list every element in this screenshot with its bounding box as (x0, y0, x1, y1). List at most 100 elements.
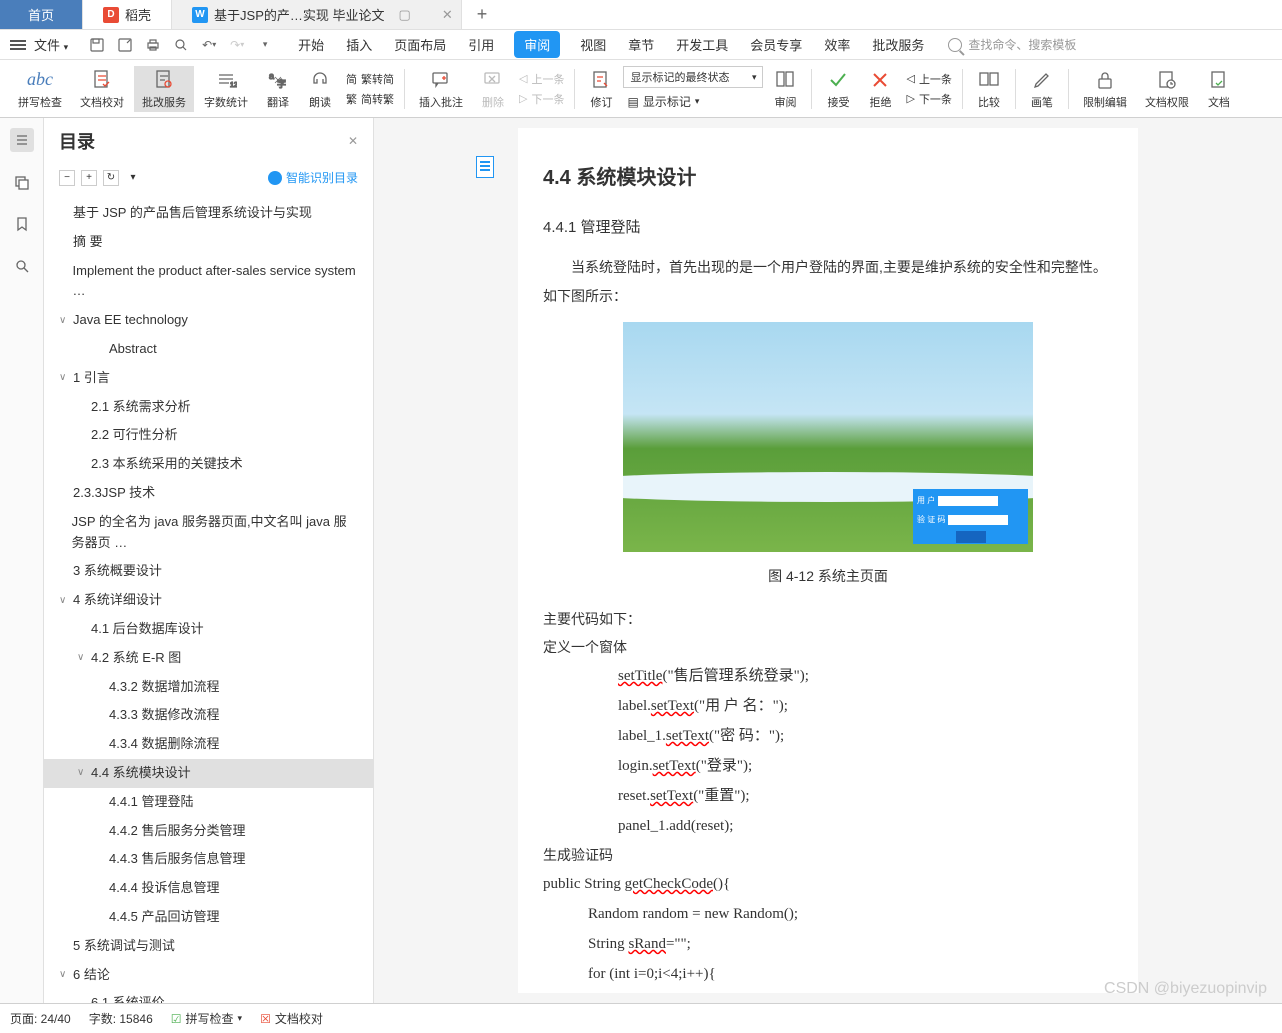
toc-item[interactable]: 4.4.2 售后服务分类管理 (44, 817, 373, 846)
toc-item[interactable]: JSP 的全名为 java 服务器页面,中文名叫 java 服务器页 … (44, 508, 373, 558)
toc-expand-button[interactable]: + (81, 170, 97, 186)
toc-expand-icon[interactable]: ∨ (59, 313, 69, 329)
file-menu[interactable]: 文件 ▾ (34, 35, 68, 54)
status-proof[interactable]: ☒文档校对 (260, 1010, 323, 1027)
toc-update-button[interactable]: ↻ (103, 170, 119, 186)
toc-rail-icon[interactable] (10, 128, 34, 152)
restrict-edit-button[interactable]: 限制编辑 (1075, 66, 1135, 112)
toc-item[interactable]: 2.3 本系统采用的关键技术 (44, 450, 373, 479)
menu-tab[interactable]: 引用 (466, 31, 496, 58)
print-icon[interactable] (144, 36, 162, 54)
toc-item[interactable]: 基于 JSP 的产品售后管理系统设计与实现 (44, 199, 373, 228)
toc-item[interactable]: ∨6 结论 (44, 961, 373, 990)
document-area[interactable]: 4.4 系统模块设计 4.4.1 管理登陆 当系统登陆时，首先出现的是一个用户登… (374, 118, 1282, 1003)
toc-item[interactable]: 2.2 可行性分析 (44, 421, 373, 450)
search-box[interactable]: 查找命令、搜索模板 (948, 36, 1076, 53)
menu-tab[interactable]: 页面布局 (392, 31, 448, 58)
toc-item[interactable]: 5 系统调试与测试 (44, 932, 373, 961)
tab-document[interactable]: W 基于JSP的产…实现 毕业论文 ▢ ✕ (172, 0, 462, 29)
toc-expand-icon[interactable]: ∨ (59, 370, 69, 386)
toc-item[interactable]: ∨1 引言 (44, 364, 373, 393)
toc-item[interactable]: ∨4.4 系统模块设计 (44, 759, 373, 788)
compare-button[interactable]: 比较 (969, 66, 1009, 112)
layers-rail-icon[interactable] (10, 170, 34, 194)
doc-auth-button[interactable]: 文档 (1199, 66, 1239, 112)
print-preview-icon[interactable] (172, 36, 190, 54)
toc-item[interactable]: ∨Java EE technology (44, 306, 373, 335)
s2t-button[interactable]: 简 繁转简 (342, 70, 398, 88)
tab-home[interactable]: 首页 (0, 0, 83, 29)
toc-item[interactable]: Implement the product after-sales servic… (44, 257, 373, 307)
track-changes-button[interactable]: 修订 (581, 66, 621, 112)
menu-tab[interactable]: 开始 (296, 31, 326, 58)
qat-dropdown-icon[interactable]: ▾ (256, 36, 274, 54)
next-comment-button[interactable]: ▷ 下一条 (515, 90, 568, 108)
word-count-button[interactable]: 123 字数统计 (196, 66, 256, 112)
translate-button[interactable]: a字 翻译 (258, 66, 298, 112)
toc-item[interactable]: 4.3.3 数据修改流程 (44, 701, 373, 730)
track-display-dropdown[interactable]: 显示标记的最终状态 ▾ (623, 66, 763, 88)
next-change-button[interactable]: ▷ 下一条 (902, 90, 955, 108)
delete-button[interactable]: 删除 (473, 66, 513, 112)
toc-item[interactable]: 摘 要 (44, 228, 373, 257)
tab-docer[interactable]: D 稻壳 (83, 0, 172, 29)
tab-close-icon[interactable]: ✕ (442, 7, 453, 23)
pen-button[interactable]: 画笔 (1022, 66, 1062, 112)
toc-item[interactable]: ∨4.2 系统 E-R 图 (44, 644, 373, 673)
reject-button[interactable]: 拒绝 (860, 66, 900, 112)
show-mark-button[interactable]: ▤ 显示标记 ▾ (623, 92, 763, 111)
insert-comment-button[interactable]: 插入批注 (411, 66, 471, 112)
prev-comment-button[interactable]: ◁ 上一条 (515, 70, 568, 88)
toc-item[interactable]: 4.3.2 数据增加流程 (44, 673, 373, 702)
toc-item[interactable]: 2.1 系统需求分析 (44, 393, 373, 422)
read-button[interactable]: 朗读 (300, 66, 340, 112)
toc-item[interactable]: 4.4.3 售后服务信息管理 (44, 845, 373, 874)
toc-item[interactable]: 4.4.5 产品回访管理 (44, 903, 373, 932)
toc-item[interactable]: 4.4.4 投诉信息管理 (44, 874, 373, 903)
toc-more-button[interactable]: ▾ (125, 170, 141, 186)
toc-expand-icon[interactable]: ∨ (77, 765, 87, 781)
page-marker-icon[interactable] (476, 156, 494, 178)
tab-add-button[interactable]: + (462, 0, 503, 29)
status-spellcheck[interactable]: ☑拼写检查 ▾ (171, 1010, 242, 1027)
spellcheck-button[interactable]: abc 拼写检查 (10, 66, 70, 112)
menu-tab[interactable]: 插入 (344, 31, 374, 58)
menu-tab[interactable]: 效率 (822, 31, 852, 58)
toc-item[interactable]: ∨4 系统详细设计 (44, 586, 373, 615)
accept-button[interactable]: 接受 (818, 66, 858, 112)
toc-item[interactable]: 3 系统概要设计 (44, 557, 373, 586)
menu-tab[interactable]: 会员专享 (748, 31, 804, 58)
smart-toc-button[interactable]: 智能识别目录 (268, 169, 358, 186)
menu-tab[interactable]: 视图 (578, 31, 608, 58)
menu-tab[interactable]: 开发工具 (674, 31, 730, 58)
menu-tab[interactable]: 批改服务 (870, 31, 926, 58)
mark-service-button[interactable]: 批改服务 (134, 66, 194, 112)
toc-item[interactable]: 4.3.4 数据删除流程 (44, 730, 373, 759)
status-words[interactable]: 字数: 15846 (89, 1010, 153, 1027)
toc-item[interactable]: 4.4.1 管理登陆 (44, 788, 373, 817)
prev-change-button[interactable]: ◁ 上一条 (902, 70, 955, 88)
toc-item[interactable]: Abstract (44, 335, 373, 364)
menu-tab[interactable]: 章节 (626, 31, 656, 58)
doc-check-button[interactable]: 文档校对 (72, 66, 132, 112)
toc-collapse-button[interactable]: − (59, 170, 75, 186)
menu-icon[interactable] (10, 40, 26, 50)
search-rail-icon[interactable] (10, 254, 34, 278)
menu-tab[interactable]: 审阅 (514, 31, 560, 58)
bookmark-rail-icon[interactable] (10, 212, 34, 236)
status-page[interactable]: 页面: 24/40 (10, 1010, 71, 1027)
toc-expand-icon[interactable]: ∨ (59, 967, 69, 983)
toc-item[interactable]: 6.1 系统评价 (44, 989, 373, 1003)
review-pane-button[interactable]: 审阅 (765, 66, 805, 112)
save-icon[interactable] (88, 36, 106, 54)
undo-icon[interactable]: ↶ ▾ (200, 36, 218, 54)
toc-expand-icon[interactable]: ∨ (59, 593, 69, 609)
toc-item[interactable]: 2.3.3JSP 技术 (44, 479, 373, 508)
save-as-icon[interactable] (116, 36, 134, 54)
toc-expand-icon[interactable]: ∨ (77, 650, 87, 666)
redo-icon[interactable]: ↷ ▾ (228, 36, 246, 54)
toc-close-icon[interactable]: ✕ (348, 134, 358, 148)
t2s-button[interactable]: 繁 简转繁 (342, 90, 398, 108)
tab-window-icon[interactable]: ▢ (399, 7, 411, 23)
toc-item[interactable]: 4.1 后台数据库设计 (44, 615, 373, 644)
